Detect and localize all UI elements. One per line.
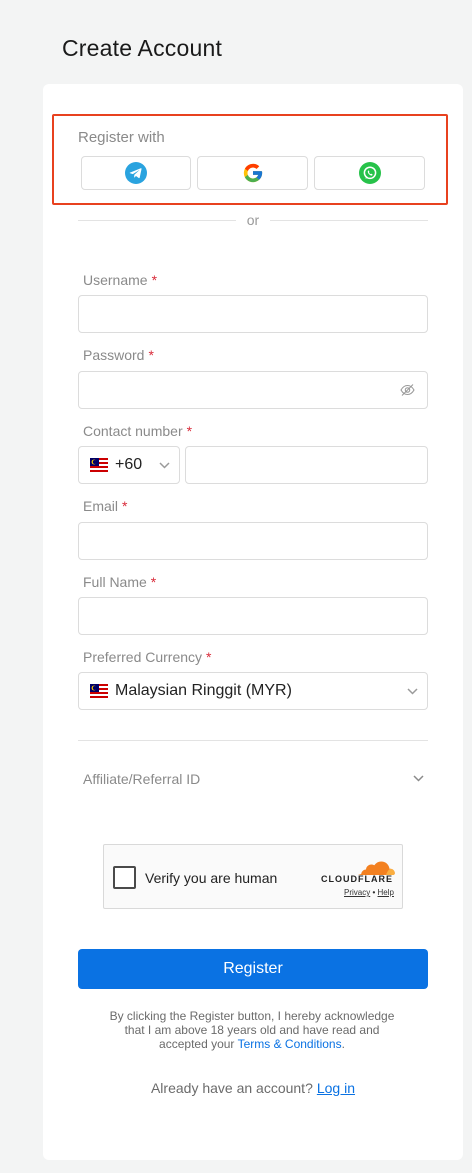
password-input[interactable] [78,371,428,409]
whatsapp-icon [358,162,381,184]
chevron-down-icon [407,688,418,695]
required-marker: * [150,574,157,590]
full-name-label: Full Name * [83,574,156,590]
captcha-links: Privacy • Help [344,888,394,897]
telegram-register-button[interactable] [81,156,191,190]
password-label: Password * [83,347,154,363]
phone-number-input[interactable] [185,446,428,484]
country-code-select[interactable]: +60 [78,446,180,484]
required-marker: * [206,649,212,665]
page-title: Create Account [62,35,223,61]
chevron-down-icon [413,775,424,782]
password-label-text: Password [83,347,145,363]
full-name-label-text: Full Name [83,574,147,590]
currency-label-text: Preferred Currency [83,649,203,665]
help-link[interactable]: Help [378,888,394,897]
or-line-right [270,220,428,221]
country-code-value: +60 [115,456,143,473]
email-label-text: Email [83,498,119,514]
username-label: Username * [83,272,157,288]
contact-label-text: Contact number [83,423,183,439]
cloudflare-cloud-icon [358,861,395,875]
required-marker: * [148,347,154,363]
login-prompt: Already have an account? Log in [78,1080,428,1096]
affiliate-referral-toggle[interactable]: Affiliate/Referral ID [78,760,428,798]
username-input[interactable] [78,295,428,333]
chevron-down-icon [159,462,170,469]
captcha-checkbox[interactable] [113,866,136,889]
google-icon [243,163,262,183]
affiliate-label: Affiliate/Referral ID [83,771,201,787]
malaysia-flag-icon [90,458,108,472]
contact-label: Contact number * [83,423,192,439]
telegram-icon [125,162,147,184]
email-input[interactable] [78,522,428,560]
register-with-label: Register with [78,129,165,146]
currency-label: Preferred Currency * [83,649,212,665]
login-link[interactable]: Log in [317,1080,355,1096]
cloudflare-captcha: Verify you are human CLOUDFLARE Privacy … [103,844,403,909]
or-divider: or [78,212,428,230]
captcha-text: Verify you are human [145,870,278,886]
username-label-text: Username [83,272,148,288]
full-name-input[interactable] [78,597,428,635]
terms-link[interactable]: Terms & Conditions [238,1037,342,1051]
currency-selected-value: Malaysian Ringgit (MYR) [115,682,292,699]
google-register-button[interactable] [197,156,308,190]
section-divider [78,740,428,741]
required-marker: * [151,272,158,288]
required-marker: * [122,498,128,514]
register-disclaimer: By clicking the Register button, I hereb… [100,1009,404,1051]
email-label: Email * [83,498,127,514]
link-separator: • [372,888,376,897]
currency-select[interactable]: Malaysian Ringgit (MYR) [78,672,428,710]
disclaimer-period: . [341,1037,345,1051]
privacy-link[interactable]: Privacy [344,888,370,897]
eye-off-icon[interactable] [400,383,415,397]
cloudflare-brand: CLOUDFLARE [321,874,393,884]
malaysia-flag-icon [90,684,108,698]
already-text: Already have an account? [150,1080,313,1096]
register-button[interactable]: Register [78,949,428,989]
required-marker: * [186,423,193,439]
whatsapp-register-button[interactable] [314,156,425,190]
